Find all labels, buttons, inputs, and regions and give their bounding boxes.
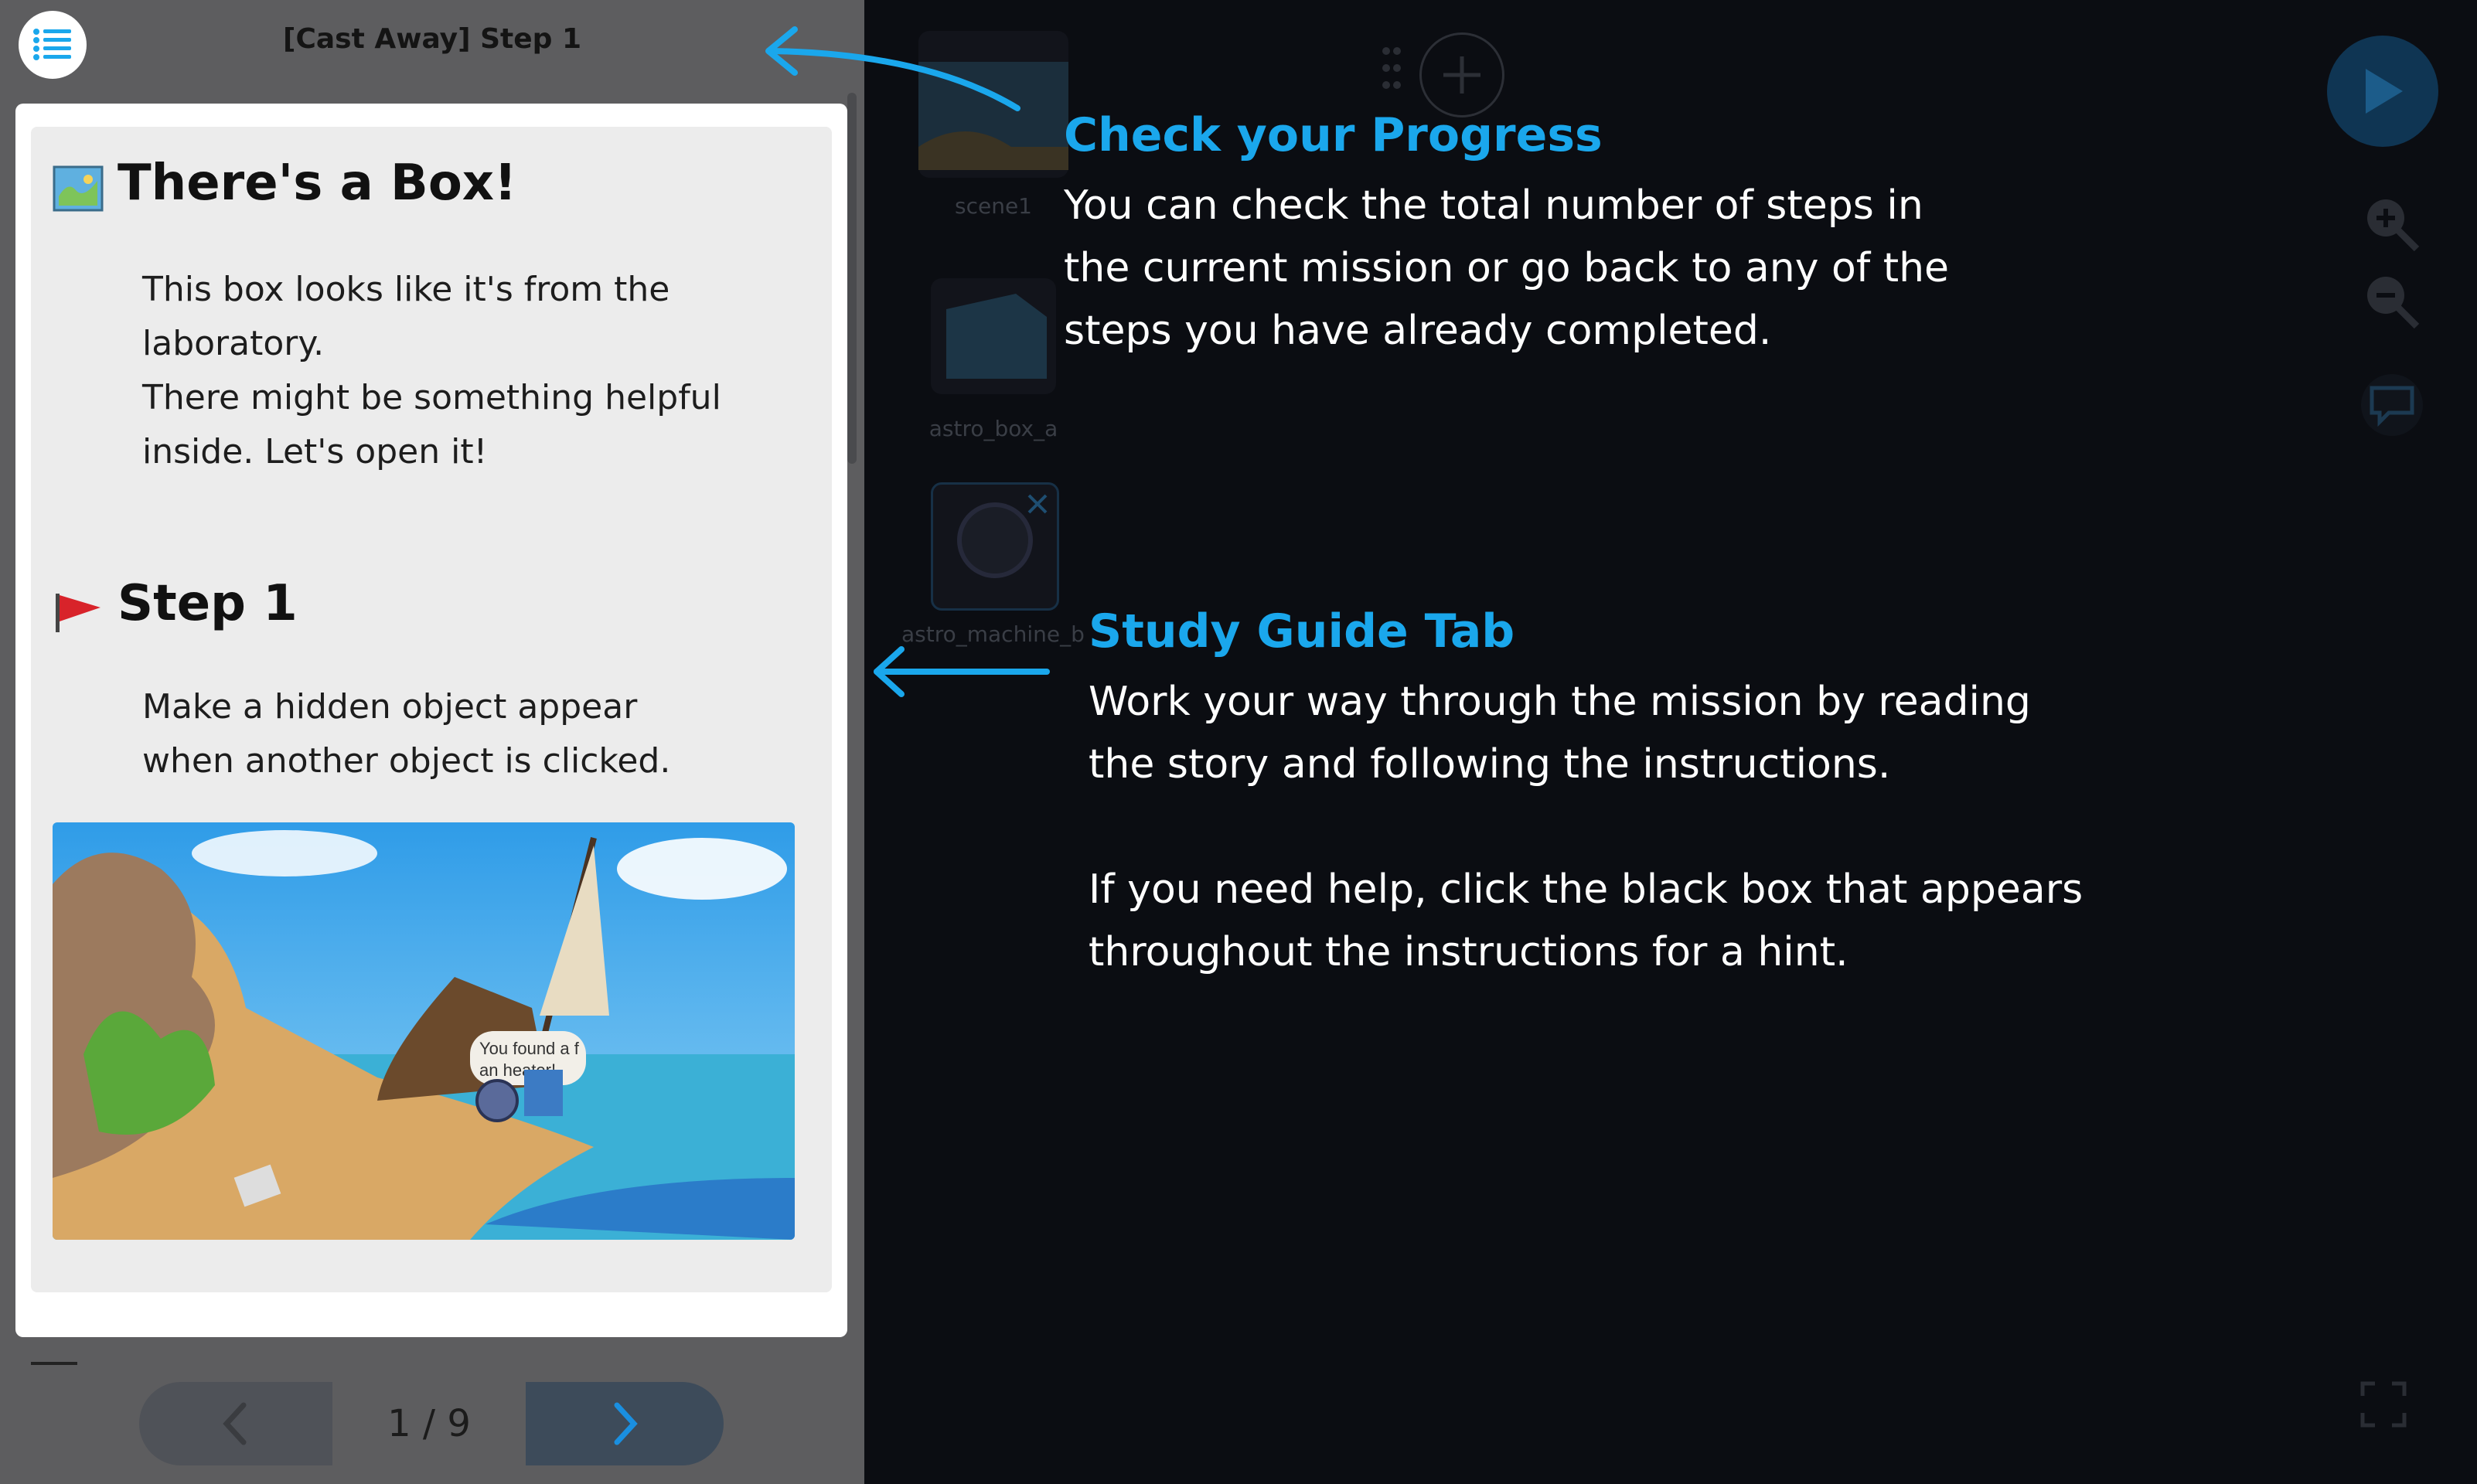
zoom-in-icon [2367, 199, 2420, 252]
chevron-right-icon [614, 1402, 638, 1445]
callout-line: If you need help, click the black box th… [1089, 866, 2083, 913]
drag-handle-icon[interactable] [1381, 45, 1402, 102]
asset-thumbnail-astro-box-a[interactable] [931, 278, 1056, 394]
story-line: This box looks like it's from the [142, 270, 670, 309]
fullscreen-icon [2360, 1381, 2407, 1428]
scene-preview-image: You found a f an heater! [53, 822, 795, 1240]
next-step-button[interactable] [526, 1382, 724, 1465]
red-flag-icon [56, 594, 101, 632]
story-line: inside. Let's open it! [142, 432, 488, 471]
study-guide-content: There's a Box! This box looks like it's … [31, 127, 832, 1292]
help-button[interactable] [2361, 374, 2423, 436]
zoom-out-button[interactable] [2363, 272, 2421, 334]
help-chat-icon [2370, 386, 2414, 427]
previous-step-button[interactable] [139, 1382, 332, 1465]
play-icon [2366, 69, 2403, 114]
callout-line: the current mission or go back to any of… [1064, 245, 1950, 291]
progress-callout-body: You can check the total number of steps … [1064, 175, 1949, 362]
zoom-out-icon [2367, 277, 2420, 329]
study-guide-panel: [Cast Away] Step 1 There's a Box! This b… [0, 0, 864, 1484]
story-line: laboratory. [142, 324, 325, 363]
story-heading: There's a Box! [118, 155, 517, 212]
add-asset-button[interactable] [1419, 32, 1504, 117]
map-icon [53, 165, 104, 212]
play-button[interactable] [2327, 36, 2438, 147]
step-instruction: Make a hidden object appear [142, 687, 638, 727]
scroll-hint-bar [31, 1362, 77, 1365]
study-guide-callout-body: Work your way through the mission by rea… [1089, 671, 2083, 984]
study-guide-card: There's a Box! This box looks like it's … [15, 104, 847, 1337]
step-instruction: when another object is clicked. [142, 741, 671, 781]
study-guide-callout-arrow [874, 646, 1050, 697]
study-guide-callout-title: Study Guide Tab [1089, 604, 1515, 659]
callout-line: Work your way through the mission by rea… [1089, 679, 2031, 725]
callout-line: You can check the total number of steps … [1064, 182, 1923, 229]
callout-line: throughout the instructions for a hint. [1089, 929, 1848, 975]
step-heading: Step 1 [118, 575, 298, 632]
panel-title: [Cast Away] Step 1 [283, 23, 581, 55]
step-pager: 1 / 9 [139, 1382, 724, 1465]
asset-thumbnail-astro-machine-b[interactable] [931, 482, 1059, 611]
callout-line: steps you have already completed. [1064, 308, 1772, 354]
panel-header: [Cast Away] Step 1 [0, 0, 864, 93]
panel-scrollbar[interactable] [847, 93, 857, 464]
close-icon[interactable] [1026, 492, 1049, 516]
story-line: There might be something helpful [142, 378, 721, 417]
zoom-in-button[interactable] [2363, 195, 2421, 257]
add-icon [1443, 56, 1480, 94]
asset-label: scene1 [955, 193, 1032, 219]
asset-label: astro_box_a [928, 416, 1058, 441]
progress-callout-title: Check your Progress [1064, 108, 1603, 162]
island-scene-illustration: You found a f an heater! [53, 822, 795, 1240]
progress-callout-arrow [765, 26, 1020, 111]
chevron-left-icon [223, 1402, 247, 1445]
fullscreen-button[interactable] [2359, 1380, 2407, 1431]
speech-bubble-text: You found a f [479, 1039, 580, 1058]
step-counter: 1 / 9 [387, 1402, 471, 1445]
callout-line: the story and following the instructions… [1089, 741, 1891, 788]
asset-label: astro_machine_b [901, 621, 1085, 647]
